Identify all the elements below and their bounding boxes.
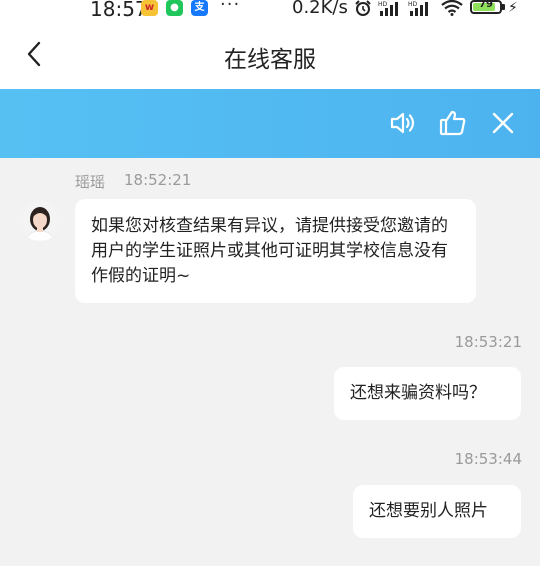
speaker-icon — [390, 112, 415, 134]
weibo-icon: w — [141, 0, 158, 16]
agent-avatar[interactable] — [20, 201, 60, 241]
user-message-bubble[interactable]: 还想要别人照片 — [353, 485, 521, 538]
user-message-text: 还想来骗资料吗？ — [350, 383, 486, 403]
chat-messages[interactable]: 瑶瑶 18:52:21 如果您对核查结果有异议，请提供接受您邀请的用户的学生证照… — [0, 158, 540, 566]
battery-icon: 79 — [470, 0, 502, 14]
message-time: 18:53:44 — [454, 450, 522, 468]
wifi-icon — [441, 0, 463, 16]
nav-bar: 在线客服 — [0, 20, 540, 89]
signal-hd-icon: HD — [408, 1, 428, 16]
close-icon — [492, 112, 514, 134]
user-message-text: 还想要别人照片 — [369, 501, 488, 521]
page-title: 在线客服 — [224, 47, 316, 73]
charging-icon: ⚡ — [508, 0, 518, 16]
agent-name: 瑶瑶 — [75, 173, 106, 191]
action-banner — [0, 89, 540, 158]
agent-message-text: 如果您对核查结果有异议，请提供接受您邀请的用户的学生证照片或其他可证明其学校信息… — [91, 216, 448, 286]
svg-text:HD: HD — [378, 1, 388, 8]
signal-hd-icon: HD — [378, 1, 398, 16]
like-button[interactable] — [438, 108, 468, 138]
agent-message-bubble[interactable]: 如果您对核查结果有异议，请提供接受您邀请的用户的学生证照片或其他可证明其学校信息… — [75, 199, 476, 303]
close-button[interactable] — [488, 108, 518, 138]
speaker-button[interactable] — [388, 108, 418, 138]
status-bar: 18:57 w ● 支 ··· 0.2K/s HD HD 79 ⚡ — [0, 0, 540, 21]
svg-text:HD: HD — [408, 1, 418, 8]
network-speed: 0.2K/s — [292, 0, 348, 18]
message-time: 18:52:21 — [124, 171, 192, 189]
alarm-icon — [355, 0, 371, 16]
alipay-icon: 支 — [191, 0, 208, 16]
thumbs-up-icon — [439, 110, 466, 136]
message-time: 18:53:21 — [454, 333, 522, 351]
battery-level: 79 — [479, 0, 493, 10]
status-time: 18:57 — [90, 0, 148, 21]
avatar-image — [20, 201, 60, 241]
user-message-bubble[interactable]: 还想来骗资料吗？ — [334, 367, 521, 420]
more-notifications-icon: ··· — [220, 0, 241, 15]
battery-cap — [502, 4, 505, 10]
wechat-icon: ● — [166, 0, 183, 16]
